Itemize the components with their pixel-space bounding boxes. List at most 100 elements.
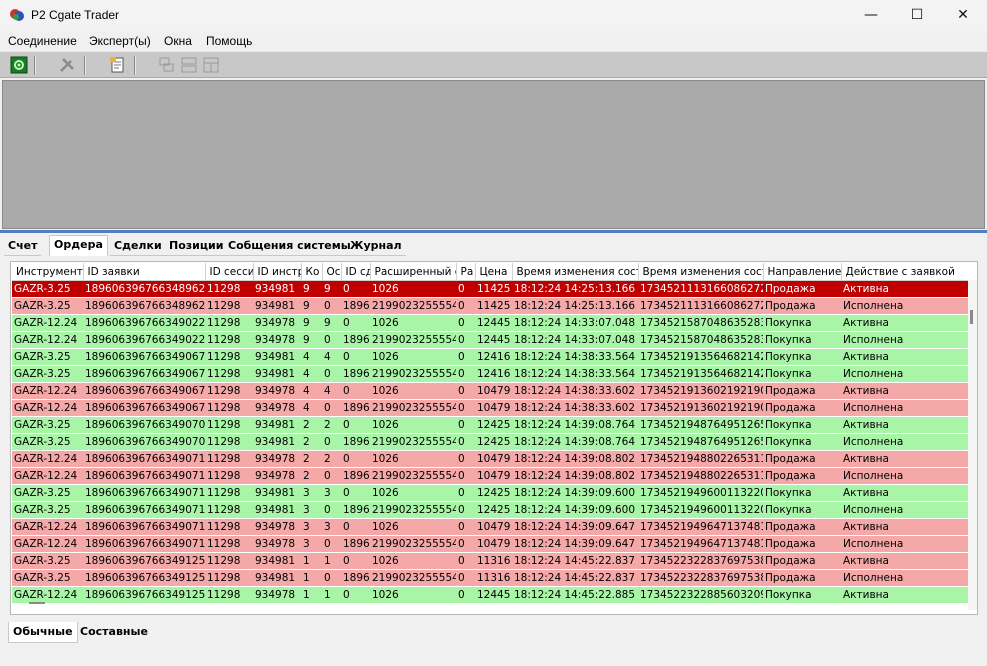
table-cell: 1026	[370, 348, 456, 366]
table-row[interactable]: GAZR-12.24 1896063967663490710 11298 934978…	[12, 450, 977, 468]
column-header[interactable]: Время изменения состо	[512, 263, 639, 281]
table-row[interactable]: GAZR-3.25 1896063967663490674 11298 934981 4…	[12, 348, 977, 366]
tab-regular-orders[interactable]: Обычные	[8, 622, 78, 643]
table-cell: GAZR-3.25	[12, 280, 83, 298]
column-header[interactable]: ID сд	[341, 263, 371, 281]
table-cell: 9	[301, 314, 322, 332]
table-row[interactable]: GAZR-12.24 1896063967663491254 11298 934978…	[12, 586, 977, 604]
table-cell: GAZR-3.25	[12, 569, 83, 587]
table-cell: GAZR-3.25	[12, 484, 83, 502]
table-cell: 11298	[205, 501, 253, 519]
tab-system-messages[interactable]: Собщения системы	[224, 237, 355, 256]
maximize-button[interactable]: ☐	[894, 0, 940, 31]
document-icon[interactable]	[108, 56, 126, 74]
table-cell: 0	[322, 365, 341, 383]
tab-composite-orders[interactable]: Составные	[76, 622, 152, 642]
table-cell: 0	[456, 331, 475, 349]
table-row[interactable]: GAZR-12.24 1896063967663490713 11298 934978…	[12, 535, 977, 553]
vertical-scroll-thumb[interactable]	[970, 310, 973, 324]
column-header[interactable]: Действие с заявкой	[841, 263, 977, 281]
table-row[interactable]: GAZR-3.25 1896063967663491253 11298 934981 1…	[12, 552, 977, 570]
close-button[interactable]: ✕	[940, 0, 986, 31]
tools-icon[interactable]	[58, 56, 76, 74]
tab-journal[interactable]: Журнал	[346, 237, 406, 256]
table-row[interactable]: GAZR-3.25 1896063967663490712 11298 934981 3…	[12, 501, 977, 519]
table-cell: GAZR-12.24	[12, 535, 83, 553]
column-header[interactable]: Время изменения состо	[638, 263, 764, 281]
tile-vertical-icon[interactable]	[202, 56, 220, 74]
table-row[interactable]: GAZR-12.24 1896063967663490222 11298 934978…	[12, 314, 977, 332]
table-cell: 2199023255554	[370, 365, 456, 383]
column-header[interactable]: ID сесси	[205, 263, 254, 281]
table-row[interactable]: GAZR-12.24 1896063967663490710 11298 934978…	[12, 467, 977, 485]
orders-grid[interactable]: Инструмент ID заявки ID сесси ID инстр Ко Ос I…	[10, 261, 978, 615]
table-cell: 0	[341, 348, 370, 366]
table-cell: 12445	[475, 586, 512, 604]
column-header[interactable]: Цена	[475, 263, 513, 281]
table-cell: Исполнена	[841, 399, 977, 417]
table-row[interactable]: GAZR-3.25 1896063967663490712 11298 934981 3…	[12, 484, 977, 502]
table-row[interactable]: GAZR-12.24 1896063967663490222 11298 934978…	[12, 331, 977, 349]
column-header[interactable]: Ко	[301, 263, 323, 281]
table-cell: 18:12:24 14:38:33.602	[512, 399, 638, 417]
table-row[interactable]: GAZR-3.25 1896063967663490709 11298 934981 2…	[12, 416, 977, 434]
table-cell: 0	[456, 518, 475, 536]
menu-help[interactable]: Помощь	[206, 34, 252, 48]
table-cell: 934978	[253, 535, 301, 553]
table-cell: Активна	[841, 586, 977, 604]
table-cell: 11298	[205, 331, 253, 349]
table-cell: Продажа	[763, 450, 841, 468]
menu-experts[interactable]: Эксперт(ы)	[89, 34, 151, 48]
vertical-scrollbar[interactable]	[968, 280, 977, 610]
column-header[interactable]: Инструмент	[12, 263, 84, 281]
table-cell: 1734521949600113220	[638, 484, 763, 502]
column-header[interactable]: ID заявки	[83, 263, 206, 281]
table-cell: 0	[322, 535, 341, 553]
table-row[interactable]: GAZR-12.24 1896063967663490675 11298 934978…	[12, 399, 977, 417]
column-header[interactable]: Ра	[456, 263, 476, 281]
column-header[interactable]: Направление	[763, 263, 842, 281]
cascade-windows-icon[interactable]	[158, 56, 176, 74]
table-cell: 1896063967663491253	[83, 552, 205, 570]
table-cell: 10479	[475, 450, 512, 468]
table-cell: 18960	[341, 569, 370, 587]
column-header[interactable]: Ос	[322, 263, 342, 281]
table-cell: 1896063967663490675	[83, 399, 205, 417]
tab-orders[interactable]: Ордера	[49, 235, 108, 256]
table-cell: 4	[301, 365, 322, 383]
window-title: P2 Cgate Trader	[31, 8, 120, 22]
tab-positions[interactable]: Позиции	[165, 237, 228, 256]
toolbar-separator	[34, 56, 36, 75]
table-cell: 18:12:24 14:39:09.600	[512, 484, 638, 502]
table-cell: 18960	[341, 501, 370, 519]
column-header[interactable]: ID инстр	[253, 263, 302, 281]
table-cell: 1	[301, 586, 322, 604]
table-cell: 1896063967663490222	[83, 331, 205, 349]
tab-trades[interactable]: Сделки	[110, 237, 166, 256]
green-gear-icon[interactable]	[10, 56, 28, 74]
table-cell: GAZR-12.24	[12, 399, 83, 417]
menu-windows[interactable]: Окна	[164, 34, 192, 48]
table-cell: 1734521948802265311	[638, 467, 763, 485]
horizontal-scroll-thumb[interactable]	[29, 602, 45, 604]
minimize-button[interactable]: —	[848, 0, 894, 31]
table-cell: Активна	[841, 552, 977, 570]
column-header[interactable]: Расширенный с	[370, 263, 457, 281]
table-row[interactable]: GAZR-12.24 1896063967663490675 11298 934978…	[12, 382, 977, 400]
tab-account[interactable]: Счет	[4, 237, 42, 256]
table-cell: 9	[301, 331, 322, 349]
table-cell: 1896063967663490710	[83, 450, 205, 468]
table-cell: Продажа	[763, 297, 841, 315]
menu-connection[interactable]: Соединение	[8, 34, 77, 48]
table-cell: 0	[456, 280, 475, 298]
tile-horizontal-icon[interactable]	[180, 56, 198, 74]
table-row[interactable]: GAZR-3.25 1896063967663489621 11298 934981 9…	[12, 280, 977, 298]
table-cell: 0	[341, 314, 370, 332]
table-row[interactable]: GAZR-3.25 1896063967663489621 11298 934981 9…	[12, 297, 977, 315]
table-row[interactable]: GAZR-3.25 1896063967663491253 11298 934981 1…	[12, 569, 977, 587]
table-cell: 934978	[253, 314, 301, 332]
table-row[interactable]: GAZR-12.24 1896063967663490713 11298 934978…	[12, 518, 977, 536]
table-cell: 934978	[253, 467, 301, 485]
table-row[interactable]: GAZR-3.25 1896063967663490674 11298 934981 4…	[12, 365, 977, 383]
table-row[interactable]: GAZR-3.25 1896063967663490709 11298 934981 2…	[12, 433, 977, 451]
